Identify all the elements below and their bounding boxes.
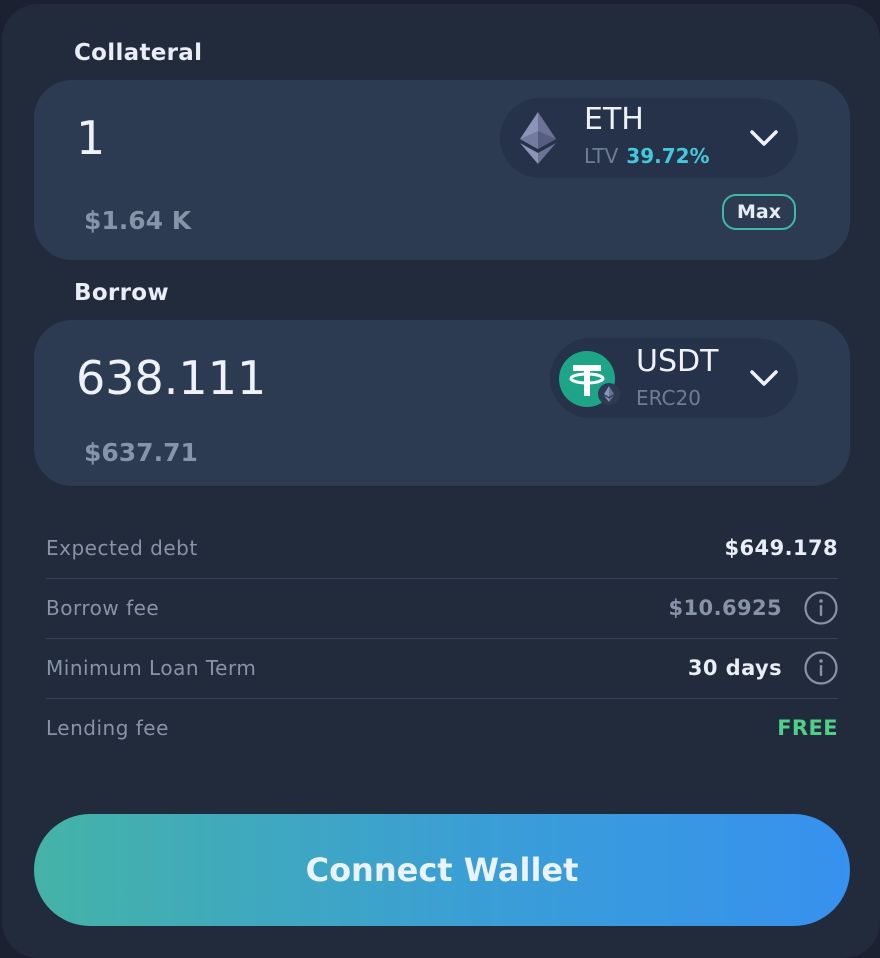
expected-debt-label: Expected debt xyxy=(46,536,198,560)
borrow-amount-input[interactable] xyxy=(76,346,456,410)
expected-debt-value: $649.178 xyxy=(724,536,838,560)
ethereum-icon xyxy=(520,112,556,164)
minimum-loan-term-value: 30 days xyxy=(687,656,782,680)
collateral-token-symbol: ETH xyxy=(584,102,644,137)
borrow-label: Borrow xyxy=(74,280,169,306)
expected-debt-row: Expected debt $649.178 xyxy=(46,518,838,579)
ltv-label: LTV xyxy=(584,144,619,168)
borrow-token-symbol: USDT xyxy=(636,344,719,379)
borrow-fee-value: $10.6925 xyxy=(668,596,782,620)
borrow-panel: $637.71 USDT ERC20 xyxy=(34,320,850,486)
info-icon[interactable] xyxy=(804,651,838,685)
ltv-row: LTV 39.72% xyxy=(584,144,710,168)
ltv-value: 39.72% xyxy=(626,144,710,168)
collateral-label: Collateral xyxy=(74,40,203,66)
borrow-token-network: ERC20 xyxy=(636,386,701,410)
tether-icon xyxy=(559,351,620,407)
collateral-amount-input[interactable] xyxy=(76,108,456,168)
max-button[interactable]: Max xyxy=(722,194,796,230)
collateral-token-select[interactable]: ETH LTV 39.72% xyxy=(500,98,798,178)
borrow-fee-label: Borrow fee xyxy=(46,596,160,620)
chevron-down-icon[interactable] xyxy=(748,368,780,388)
minimum-loan-term-row: Minimum Loan Term 30 days xyxy=(46,638,838,699)
borrow-card: Collateral $1.64 K ETH LTV 39.72% Max Bor… xyxy=(2,4,880,958)
connect-wallet-button[interactable]: Connect Wallet xyxy=(34,814,850,926)
chevron-down-icon[interactable] xyxy=(748,128,780,148)
info-icon[interactable] xyxy=(804,591,838,625)
borrow-usd-value: $637.71 xyxy=(84,438,198,467)
borrow-fee-row: Borrow fee $10.6925 xyxy=(46,578,838,639)
lending-fee-value: FREE xyxy=(777,716,838,740)
collateral-panel: $1.64 K ETH LTV 39.72% Max xyxy=(34,80,850,260)
lending-fee-row: Lending fee FREE xyxy=(46,698,838,758)
borrow-token-select[interactable]: USDT ERC20 xyxy=(550,338,798,418)
collateral-usd-value: $1.64 K xyxy=(84,206,192,235)
lending-fee-label: Lending fee xyxy=(46,716,169,740)
minimum-loan-term-label: Minimum Loan Term xyxy=(46,656,257,680)
